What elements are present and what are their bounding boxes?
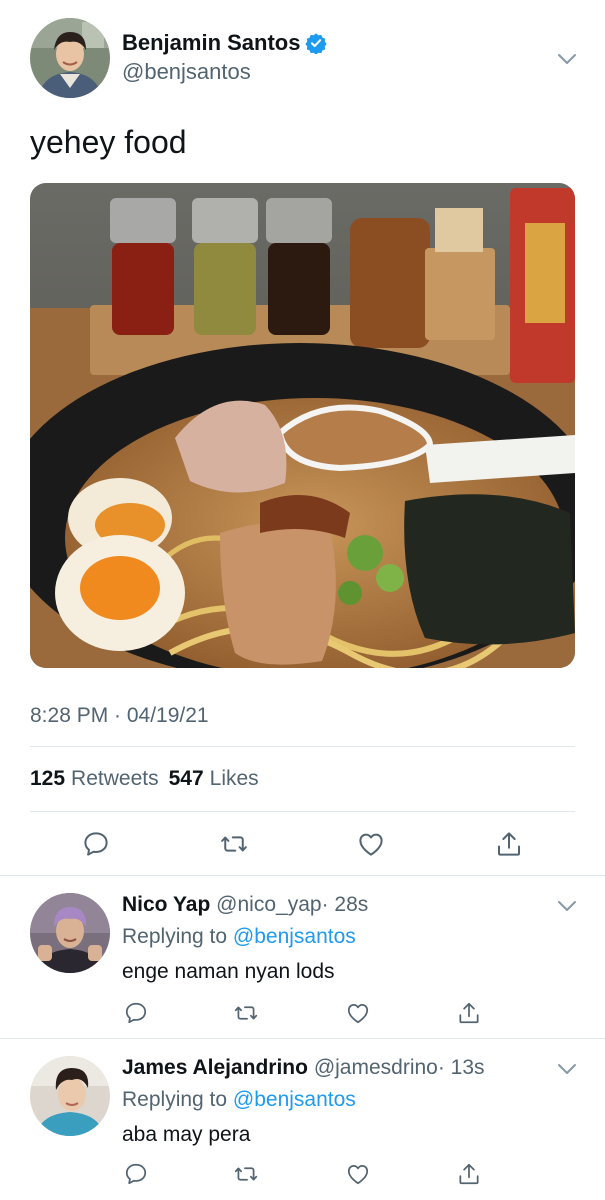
chevron-down-icon[interactable] [557,1062,577,1074]
reply-icon[interactable] [123,1000,149,1026]
author-handle[interactable]: @benjsantos [122,59,251,85]
reply-header: Nico Yap @nico_yap· 28s [122,893,368,917]
chevron-down-icon[interactable] [557,899,577,911]
reply-author-name[interactable]: James Alejandrino [122,1056,308,1079]
retweet-icon[interactable] [233,1161,259,1187]
like-icon[interactable] [345,1000,371,1026]
replying-prefix: Replying to [122,925,228,948]
like-icon[interactable] [345,1161,371,1187]
chevron-down-icon[interactable] [557,52,577,64]
author-name[interactable]: Benjamin Santos [122,30,300,56]
reply-avatar[interactable] [30,1056,110,1136]
retweet-icon[interactable] [219,829,249,859]
reply-icon[interactable] [81,829,111,859]
tweet-text: yehey food [30,124,187,160]
reply-tweet: Nico Yap @nico_yap· 28s Replying to @ben… [0,876,605,1038]
tweet-photo[interactable] [30,183,575,668]
engagement-stats: 125 Retweets 547 Likes [30,767,269,791]
reply-avatar[interactable] [30,893,110,973]
share-icon[interactable] [456,1000,482,1026]
verified-badge-icon [305,32,328,55]
reply-icon[interactable] [123,1161,149,1187]
likes-count[interactable]: 547 [169,767,204,791]
share-icon[interactable] [494,829,524,859]
replying-to: Replying to @benjsantos [122,925,356,949]
replying-to: Replying to @benjsantos [122,1088,356,1112]
reply-text: enge naman nyan lods [122,960,335,983]
replying-mention-link[interactable]: @benjsantos [233,925,356,948]
divider [30,746,575,747]
author-name-row: Benjamin Santos [122,30,328,56]
reply-text: aba may pera [122,1123,251,1146]
author-avatar[interactable] [30,18,110,98]
replying-mention-link[interactable]: @benjsantos [233,1088,356,1111]
share-icon[interactable] [456,1161,482,1187]
retweet-icon[interactable] [233,1000,259,1026]
like-icon[interactable] [356,829,386,859]
divider [30,811,575,812]
tweet-timestamp[interactable]: 8:28 PM · 04/19/21 [30,704,209,728]
main-tweet: Benjamin Santos @benjsantos yehey food 8… [0,0,605,875]
replying-prefix: Replying to [122,1088,228,1111]
reply-author-handle[interactable]: @nico_yap [216,893,321,916]
reply-time[interactable]: · 28s [322,893,369,916]
likes-label[interactable]: Likes [210,767,259,791]
reply-header: James Alejandrino @jamesdrino· 13s [122,1056,485,1080]
retweets-label[interactable]: Retweets [71,767,159,791]
reply-author-handle[interactable]: @jamesdrino [314,1056,438,1079]
reply-time[interactable]: · 13s [438,1056,485,1079]
reply-tweet: James Alejandrino @jamesdrino· 13s Reply… [0,1039,605,1200]
reply-author-name[interactable]: Nico Yap [122,893,210,916]
retweets-count[interactable]: 125 [30,767,65,791]
